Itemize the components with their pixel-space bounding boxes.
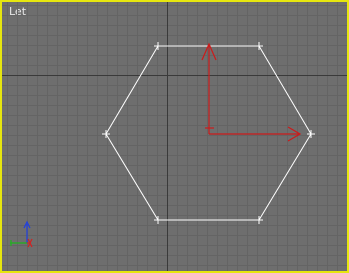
viewport-scene[interactable] [2,2,347,271]
viewport-left[interactable]: Let [0,0,349,273]
move-gizmo[interactable] [201,42,302,142]
